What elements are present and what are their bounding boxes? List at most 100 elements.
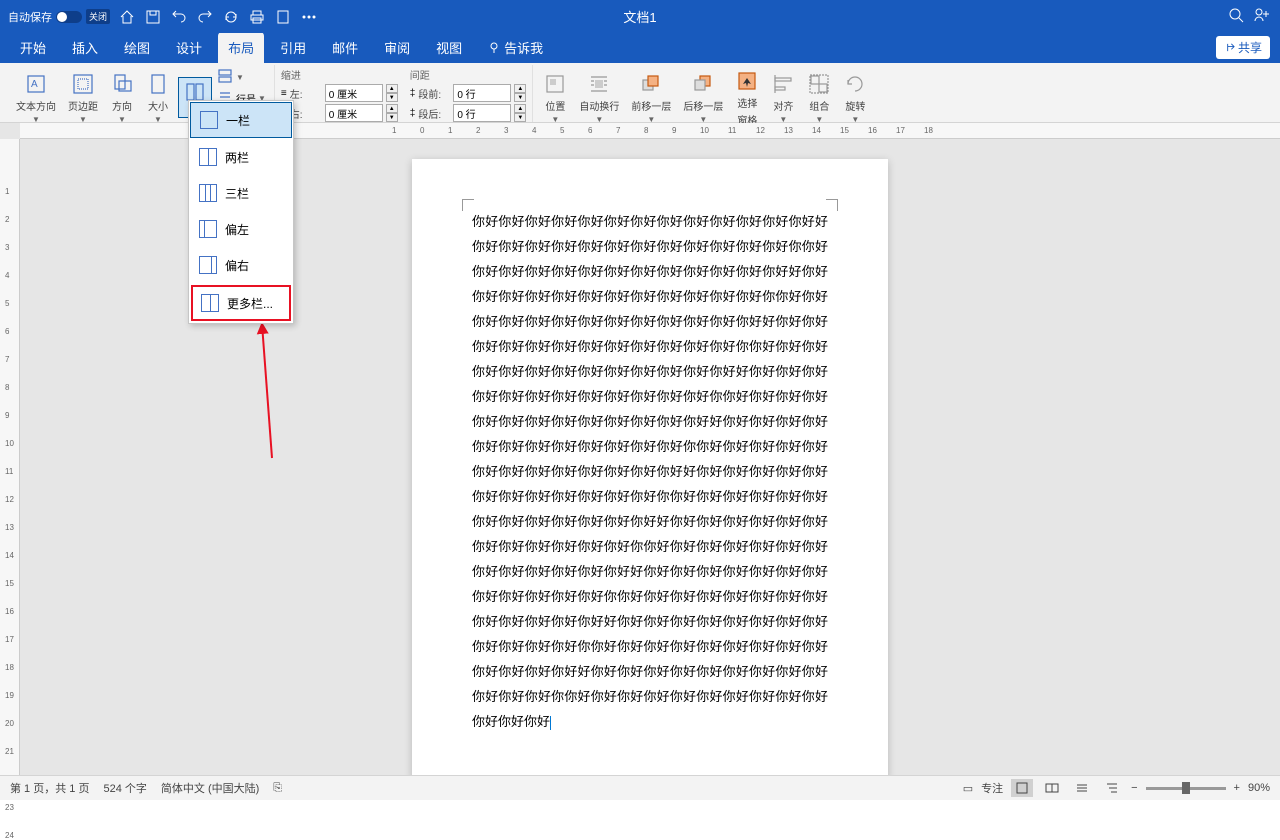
- read-view[interactable]: [1041, 779, 1063, 797]
- margin-corner-tl: [462, 199, 474, 211]
- tab-home[interactable]: 开始: [10, 32, 56, 63]
- web-view[interactable]: [1071, 779, 1093, 797]
- group-objects-button[interactable]: 组合 ▼: [803, 70, 835, 126]
- more-icon[interactable]: [298, 6, 320, 28]
- print-icon[interactable]: [246, 6, 268, 28]
- document-text[interactable]: 你好你好你好你好你好你好你好你好你好你好你好你好你好好你好你好你好你好你好你好你…: [472, 209, 828, 734]
- autosave-label: 自动保存: [8, 9, 52, 25]
- save-icon[interactable]: [142, 6, 164, 28]
- spacing-before-input[interactable]: 0 行: [453, 84, 511, 102]
- tab-references[interactable]: 引用: [270, 32, 316, 63]
- group-icon: [807, 72, 831, 96]
- quick-access-toolbar: [116, 6, 320, 28]
- align-button[interactable]: 对齐 ▼: [767, 70, 799, 126]
- tell-me[interactable]: 告诉我: [478, 32, 553, 63]
- selection-pane-icon: [735, 69, 759, 93]
- breaks-button[interactable]: ▼: [216, 67, 268, 87]
- align-icon: [771, 72, 795, 96]
- selection-pane-button[interactable]: 选择 窗格: [731, 67, 763, 129]
- macro-icon[interactable]: ⎘: [273, 782, 282, 795]
- tab-view[interactable]: 视图: [426, 32, 472, 63]
- zoom-in[interactable]: +: [1234, 782, 1240, 794]
- document-title: 文档1: [623, 7, 656, 26]
- focus-label[interactable]: 专注: [981, 780, 1003, 796]
- columns-three[interactable]: 三栏: [189, 175, 293, 211]
- focus-mode-icon[interactable]: ▭: [963, 782, 973, 795]
- columns-two-icon: [199, 148, 217, 166]
- indent-left-input[interactable]: 0 厘米: [325, 84, 383, 102]
- zoom-level[interactable]: 90%: [1248, 782, 1270, 794]
- indent-right-spinner[interactable]: ▲▼: [386, 104, 398, 122]
- spacing-after-spinner[interactable]: ▲▼: [514, 104, 526, 122]
- tab-design[interactable]: 设计: [166, 32, 212, 63]
- spacing-before-row: ‡ 段前: 0 行 ▲▼: [410, 84, 527, 102]
- outline-view[interactable]: [1101, 779, 1123, 797]
- columns-more-icon: [201, 294, 219, 312]
- page-count[interactable]: 第 1 页，共 1 页: [10, 780, 89, 796]
- autosave-toggle[interactable]: 自动保存 关闭: [8, 9, 110, 25]
- text-direction-button[interactable]: A 文本方向 ▼: [12, 70, 60, 126]
- columns-right[interactable]: 偏右: [189, 247, 293, 283]
- indent-right-input[interactable]: 0 厘米: [325, 104, 383, 122]
- document-page[interactable]: 你好你好你好你好你好你好你好你好你好你好你好你好你好好你好你好你好你好你好你好你…: [412, 159, 888, 775]
- columns-two[interactable]: 两栏: [189, 139, 293, 175]
- svg-text:A: A: [31, 79, 38, 90]
- tab-insert[interactable]: 插入: [62, 32, 108, 63]
- columns-left[interactable]: 偏左: [189, 211, 293, 247]
- text-direction-icon: A: [24, 72, 48, 96]
- page-icon[interactable]: [272, 6, 294, 28]
- account-icon[interactable]: [1254, 7, 1272, 26]
- autosave-state: 关闭: [86, 9, 110, 24]
- position-button[interactable]: 位置 ▼: [539, 70, 571, 126]
- spacing-label: 间距: [410, 67, 527, 82]
- word-count[interactable]: 524 个字: [103, 780, 146, 796]
- orientation-button[interactable]: 方向 ▼: [106, 70, 138, 126]
- indent-right-row: ≡ 右: 0 厘米 ▲▼: [281, 104, 398, 122]
- sync-icon[interactable]: [220, 6, 242, 28]
- undo-icon[interactable]: [168, 6, 190, 28]
- home-icon[interactable]: [116, 6, 138, 28]
- margins-button[interactable]: 页边距 ▼: [64, 70, 102, 126]
- indent-left-row: ≡ 左: 0 厘米 ▲▼: [281, 84, 398, 102]
- tab-review[interactable]: 审阅: [374, 32, 420, 63]
- position-icon: [543, 72, 567, 96]
- breaks-icon: [218, 69, 234, 85]
- send-backward-button[interactable]: 后移一层 ▼: [679, 70, 727, 126]
- toggle-switch[interactable]: [56, 11, 82, 23]
- bring-forward-button[interactable]: 前移一层 ▼: [627, 70, 675, 126]
- group-arrange: 位置 ▼ 自动换行 ▼ 前移一层 ▼ 后移一层 ▼ 选择 窗格: [533, 65, 877, 122]
- send-backward-icon: [691, 72, 715, 96]
- indent-left-icon: ≡: [281, 88, 287, 99]
- language[interactable]: 简体中文 (中国大陆): [161, 780, 259, 796]
- chevron-down-icon: ▼: [236, 73, 244, 82]
- title-bar-right: [1228, 7, 1272, 26]
- margin-corner-tr: [826, 199, 838, 211]
- tab-mailings[interactable]: 邮件: [322, 32, 368, 63]
- vertical-ruler[interactable]: 123456789101112131415161718192021222324: [0, 139, 20, 775]
- tab-layout[interactable]: 布局: [218, 32, 264, 63]
- tab-draw[interactable]: 绘图: [114, 32, 160, 63]
- share-button[interactable]: 共享: [1216, 36, 1270, 59]
- indent-left-spinner[interactable]: ▲▼: [386, 84, 398, 102]
- zoom-slider[interactable]: [1146, 787, 1226, 790]
- indent-label: 缩进: [281, 67, 398, 82]
- columns-more[interactable]: 更多栏...: [191, 285, 291, 321]
- zoom-out[interactable]: −: [1131, 782, 1137, 794]
- print-layout-view[interactable]: [1011, 779, 1033, 797]
- size-button[interactable]: 大小 ▼: [142, 70, 174, 126]
- group-paragraph: 缩进 ≡ 左: 0 厘米 ▲▼ ≡ 右: 0 厘米 ▲▼ 间距 ‡: [275, 65, 533, 122]
- search-icon[interactable]: [1228, 7, 1244, 26]
- rotate-button[interactable]: 旋转 ▼: [839, 70, 871, 126]
- margins-icon: [71, 72, 95, 96]
- spacing-before-spinner[interactable]: ▲▼: [514, 84, 526, 102]
- spacing-after-input[interactable]: 0 行: [453, 104, 511, 122]
- redo-icon[interactable]: [194, 6, 216, 28]
- title-bar: 自动保存 关闭 文档1: [0, 0, 1280, 33]
- bring-forward-icon: [639, 72, 663, 96]
- spacing-after-icon: ‡: [410, 108, 416, 119]
- size-icon: [146, 72, 170, 96]
- columns-one[interactable]: 一栏: [190, 102, 292, 138]
- status-bar: 第 1 页，共 1 页 524 个字 简体中文 (中国大陆) ⎘ ▭ 专注 − …: [0, 775, 1280, 800]
- rotate-icon: [843, 72, 867, 96]
- wrap-button[interactable]: 自动换行 ▼: [575, 70, 623, 126]
